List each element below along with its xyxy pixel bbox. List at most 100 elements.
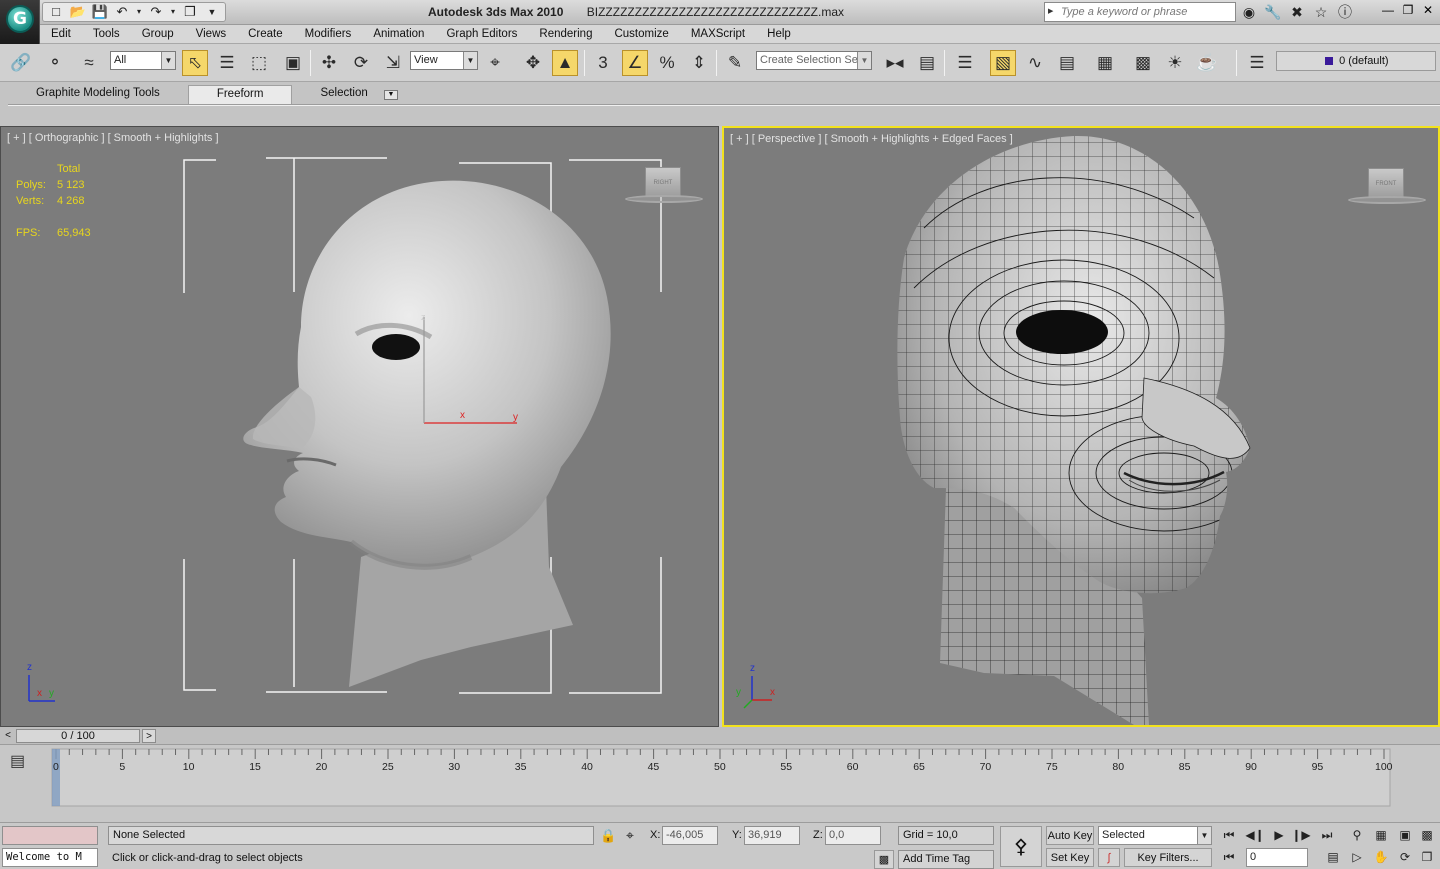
key-filters-button[interactable]: Key Filters...	[1124, 848, 1212, 867]
selection-lock-icon[interactable]: 🔒	[600, 826, 616, 845]
bind-to-space-warp-icon[interactable]: ≈	[76, 50, 102, 76]
reference-coordinate-dropdown[interactable]: View ▼	[410, 51, 478, 70]
render-production-icon[interactable]: ☕	[1194, 50, 1220, 76]
rendered-frame-window-icon[interactable]: ☀	[1162, 50, 1188, 76]
help-icon[interactable]: ⓘ	[1336, 3, 1354, 21]
go-to-end-icon[interactable]: ⏭	[1316, 825, 1338, 845]
menu-views[interactable]: Views	[185, 28, 237, 40]
zoom-extents-icon[interactable]: ▣	[1394, 825, 1416, 845]
save-icon[interactable]: 💾	[91, 4, 109, 20]
viewcube[interactable]: RIGHT	[625, 167, 703, 207]
current-layer-dropdown[interactable]: 0 (default)	[1276, 51, 1436, 71]
select-and-rotate-icon[interactable]: ⟳	[348, 50, 374, 76]
project-folder-icon[interactable]: ❐	[181, 4, 199, 20]
menu-tools[interactable]: Tools	[82, 28, 131, 40]
select-and-link-icon[interactable]: 🔗	[8, 50, 34, 76]
menu-group[interactable]: Group	[131, 28, 185, 40]
track-bar[interactable]: ▤ 0 5 10 15 20 25 30 35 40 45 50 55 60 65 70 75 80 85 90 95…	[0, 745, 1440, 822]
menu-modifiers[interactable]: Modifiers	[294, 28, 363, 40]
layers-toolbar-icon[interactable]: ☰	[1244, 50, 1270, 76]
orbit-icon[interactable]: ⟳	[1394, 847, 1416, 867]
unlink-selection-icon[interactable]: ⚬	[42, 50, 68, 76]
key-filters-graph-icon[interactable]: ∫	[1098, 848, 1120, 867]
current-frame-field[interactable]: 0	[1246, 848, 1308, 867]
tab-graphite-modeling-tools[interactable]: Graphite Modeling Tools	[8, 85, 188, 105]
zoom-icon[interactable]: ⚲	[1346, 825, 1368, 845]
open-file-icon[interactable]: 📂	[69, 4, 87, 20]
graphite-modeling-tools-icon[interactable]: ▧	[990, 50, 1016, 76]
menu-maxscript[interactable]: MAXScript	[680, 28, 756, 40]
maxscript-mini-listener[interactable]: Welcome to M	[2, 848, 98, 867]
time-configuration-icon[interactable]: ▤	[1322, 847, 1344, 867]
redo-icon[interactable]: ↷	[147, 4, 165, 20]
tab-selection[interactable]: Selection	[292, 85, 395, 105]
y-coord-field[interactable]: 36,919	[744, 826, 800, 845]
named-selection-sets-dropdown[interactable]: Create Selection Se ▼	[756, 51, 872, 70]
menu-help[interactable]: Help	[756, 28, 802, 40]
close-icon[interactable]: ✕	[1420, 2, 1436, 18]
menu-customize[interactable]: Customize	[603, 28, 679, 40]
menu-rendering[interactable]: Rendering	[528, 28, 603, 40]
viewcube-compass-ring[interactable]	[1348, 196, 1426, 204]
search-input[interactable]: Type a keyword or phrase	[1044, 2, 1236, 22]
field-of-view-icon[interactable]: ▷	[1346, 847, 1368, 867]
mirror-icon[interactable]: ▸◂	[882, 50, 908, 76]
viewcube[interactable]: FRONT	[1348, 168, 1426, 208]
pan-view-icon[interactable]: ✋	[1370, 847, 1392, 867]
set-keys-key-icon[interactable]: ⚴	[1000, 826, 1042, 867]
curve-editor-icon[interactable]: ∿	[1022, 50, 1048, 76]
x-coord-field[interactable]: -46,005	[662, 826, 718, 845]
menu-animation[interactable]: Animation	[362, 28, 435, 40]
layer-manager-icon[interactable]: ☰	[952, 50, 978, 76]
key-mode-toggle-icon[interactable]: ⏮	[1218, 847, 1240, 867]
viewcube-compass-ring[interactable]	[625, 195, 703, 203]
angle-snap-icon[interactable]: ∠	[622, 50, 648, 76]
viewport-perspective[interactable]: [ + ] [ Perspective ] [ Smooth + Highlig…	[722, 126, 1440, 727]
time-slider-thumb[interactable]: 0 / 100	[16, 729, 140, 743]
tab-freeform[interactable]: Freeform	[187, 85, 293, 105]
undo-dropdown-icon[interactable]: ▾	[135, 4, 143, 20]
viewcube-face[interactable]: FRONT	[1368, 168, 1404, 198]
play-icon[interactable]: ▶	[1268, 825, 1290, 845]
communication-icon[interactable]: ✖	[1288, 3, 1306, 21]
minimize-icon[interactable]: —	[1380, 2, 1396, 18]
edit-named-selection-icon[interactable]: ✎	[722, 50, 748, 76]
time-slider-next-icon[interactable]: >	[142, 729, 156, 743]
maxscript-listener-output[interactable]	[2, 826, 98, 845]
add-time-tag-button[interactable]: Add Time Tag	[898, 850, 994, 869]
menu-graph-editors[interactable]: Graph Editors	[435, 28, 528, 40]
undo-icon[interactable]: ↶	[113, 4, 131, 20]
restore-icon[interactable]: ❐	[1400, 2, 1416, 18]
align-icon[interactable]: ▤	[914, 50, 940, 76]
menu-create[interactable]: Create	[237, 28, 294, 40]
snaps-toggle-icon[interactable]: 3	[590, 50, 616, 76]
window-crossing-icon[interactable]: ▣	[280, 50, 306, 76]
zoom-extents-all-icon[interactable]: ▩	[1416, 825, 1438, 845]
spinner-snap-icon[interactable]: ⇕	[686, 50, 712, 76]
time-slider-prev-icon[interactable]: <	[2, 729, 14, 743]
redo-dropdown-icon[interactable]: ▾	[169, 4, 177, 20]
material-editor-icon[interactable]: ▦	[1092, 50, 1118, 76]
previous-frame-icon[interactable]: ◀❙	[1244, 825, 1266, 845]
add-time-tag-icon[interactable]: ▩	[874, 850, 894, 869]
key-mode-dropdown[interactable]: Selected ▼	[1098, 826, 1212, 845]
quick-access-menu-icon[interactable]: ▼	[203, 4, 221, 20]
subscription-icon[interactable]: 🔧	[1264, 3, 1282, 21]
rectangular-selection-region-icon[interactable]: ⬚	[246, 50, 272, 76]
ribbon-minimize-button[interactable]: ▼	[384, 90, 398, 100]
viewport-orthographic[interactable]: z x y [ + ] [ Orthographic ] [ Smooth + …	[0, 126, 719, 727]
maximize-viewport-icon[interactable]: ❐	[1416, 847, 1438, 867]
select-object-icon[interactable]: ⬁	[182, 50, 208, 76]
select-and-scale-icon[interactable]: ⇲	[380, 50, 406, 76]
schematic-view-icon[interactable]: ▤	[1054, 50, 1080, 76]
go-to-start-icon[interactable]: ⏮	[1218, 825, 1240, 845]
new-file-icon[interactable]: □	[47, 4, 65, 20]
zoom-all-icon[interactable]: ▦	[1370, 825, 1392, 845]
percent-snap-icon[interactable]: %	[654, 50, 680, 76]
next-frame-icon[interactable]: ❙▶	[1290, 825, 1312, 845]
menu-edit[interactable]: Edit	[40, 28, 82, 40]
keyboard-shortcut-override-icon[interactable]: ▲	[552, 50, 578, 76]
z-coord-field[interactable]: 0,0	[825, 826, 881, 845]
render-setup-icon[interactable]: ▩	[1130, 50, 1156, 76]
select-by-name-icon[interactable]: ☰	[214, 50, 240, 76]
